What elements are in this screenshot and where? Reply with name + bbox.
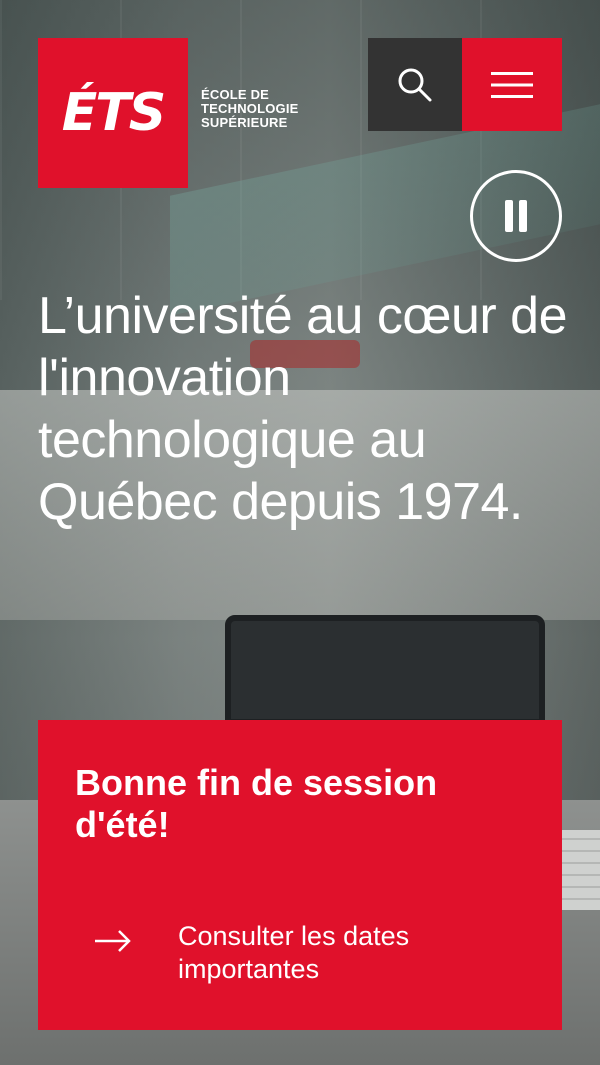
logo-mark: ÉTS [61,83,166,143]
logo-line-2: TECHNOLOGIE [201,101,299,116]
logo-wordmark: ÉCOLE DE TECHNOLOGIE SUPÉRIEURE [201,88,299,130]
announcement-card: Bonne fin de session d'été! Consulter le… [38,720,562,1030]
search-icon [398,68,432,101]
search-button[interactable] [368,38,462,131]
logo-line-1: ÉCOLE DE [201,87,270,102]
important-dates-link[interactable]: Consulter les dates importantes [93,920,478,986]
hamburger-menu-icon [491,71,533,98]
menu-button[interactable] [462,38,562,131]
announcement-title: Bonne fin de session d'été! [75,762,438,845]
pause-icon [505,200,513,232]
pause-icon-bar [519,200,527,232]
hero-title: L’université au cœur de l'innovation tec… [38,287,568,531]
ets-logo-link[interactable]: ÉTS [38,38,188,188]
important-dates-label: Consulter les dates importantes [178,921,410,984]
arrow-right-icon [95,930,131,952]
pause-video-button[interactable] [470,170,562,262]
logo-line-3: SUPÉRIEURE [201,115,288,130]
bg-laptop [225,615,545,725]
